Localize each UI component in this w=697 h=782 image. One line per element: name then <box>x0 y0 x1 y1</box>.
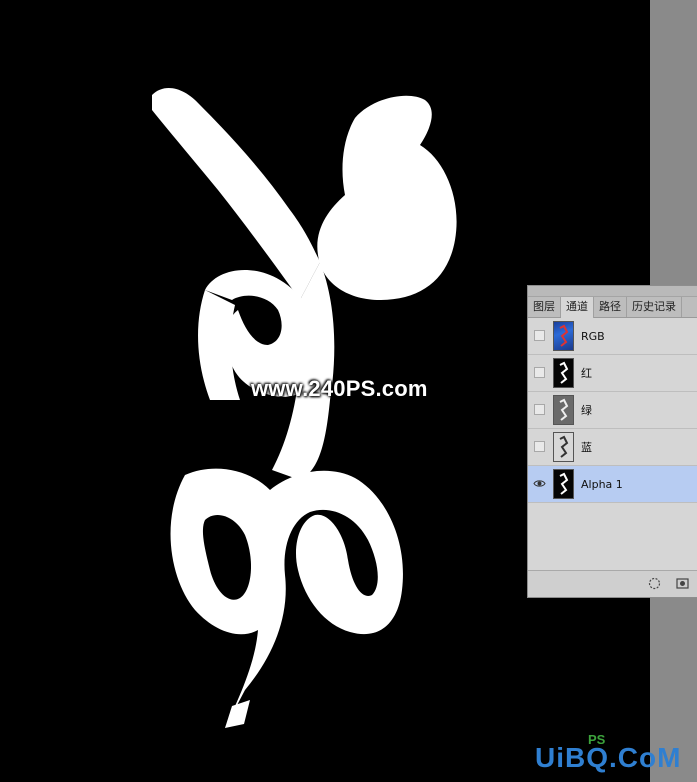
visibility-toggle[interactable] <box>534 330 545 341</box>
channel-row-alpha1[interactable]: Alpha 1 <box>528 466 697 503</box>
channel-row-blue[interactable]: 蓝 <box>528 429 697 466</box>
channel-list: RGB 红 绿 蓝 Alpha 1 <box>528 318 697 503</box>
channel-thumbnail <box>553 469 574 499</box>
channel-row-red[interactable]: 红 <box>528 355 697 392</box>
tab-history[interactable]: 历史记录 <box>627 297 682 317</box>
save-selection-icon[interactable] <box>676 577 689 590</box>
channel-thumbnail <box>553 358 574 388</box>
visibility-toggle[interactable] <box>534 404 545 415</box>
channel-row-rgb[interactable]: RGB <box>528 318 697 355</box>
panel-tabs: 图层 通道 路径 历史记录 <box>528 297 697 318</box>
channel-thumbnail <box>553 321 574 351</box>
channel-name: RGB <box>581 330 605 343</box>
site-logo: UiBQ.CoM <box>535 742 682 773</box>
panel-drag-handle[interactable] <box>528 286 697 297</box>
panel-footer <box>528 570 697 597</box>
channel-name: 红 <box>581 367 592 380</box>
load-selection-icon[interactable] <box>648 577 661 590</box>
channel-name: 蓝 <box>581 441 592 454</box>
channels-panel: 图层 通道 路径 历史记录 RGB 红 绿 蓝 Alpha 1 <box>527 285 697 598</box>
tab-channels[interactable]: 通道 <box>561 297 594 318</box>
tab-paths[interactable]: 路径 <box>594 297 627 317</box>
channel-thumbnail <box>553 432 574 462</box>
channel-name: Alpha 1 <box>581 478 623 491</box>
channel-row-green[interactable]: 绿 <box>528 392 697 429</box>
eye-icon[interactable] <box>533 477 546 490</box>
visibility-toggle[interactable] <box>534 367 545 378</box>
channel-thumbnail <box>553 395 574 425</box>
visibility-toggle[interactable] <box>534 441 545 452</box>
watermark-text: www.240PS.com <box>251 376 428 401</box>
tab-layers[interactable]: 图层 <box>528 297 561 317</box>
channel-name: 绿 <box>581 404 592 417</box>
